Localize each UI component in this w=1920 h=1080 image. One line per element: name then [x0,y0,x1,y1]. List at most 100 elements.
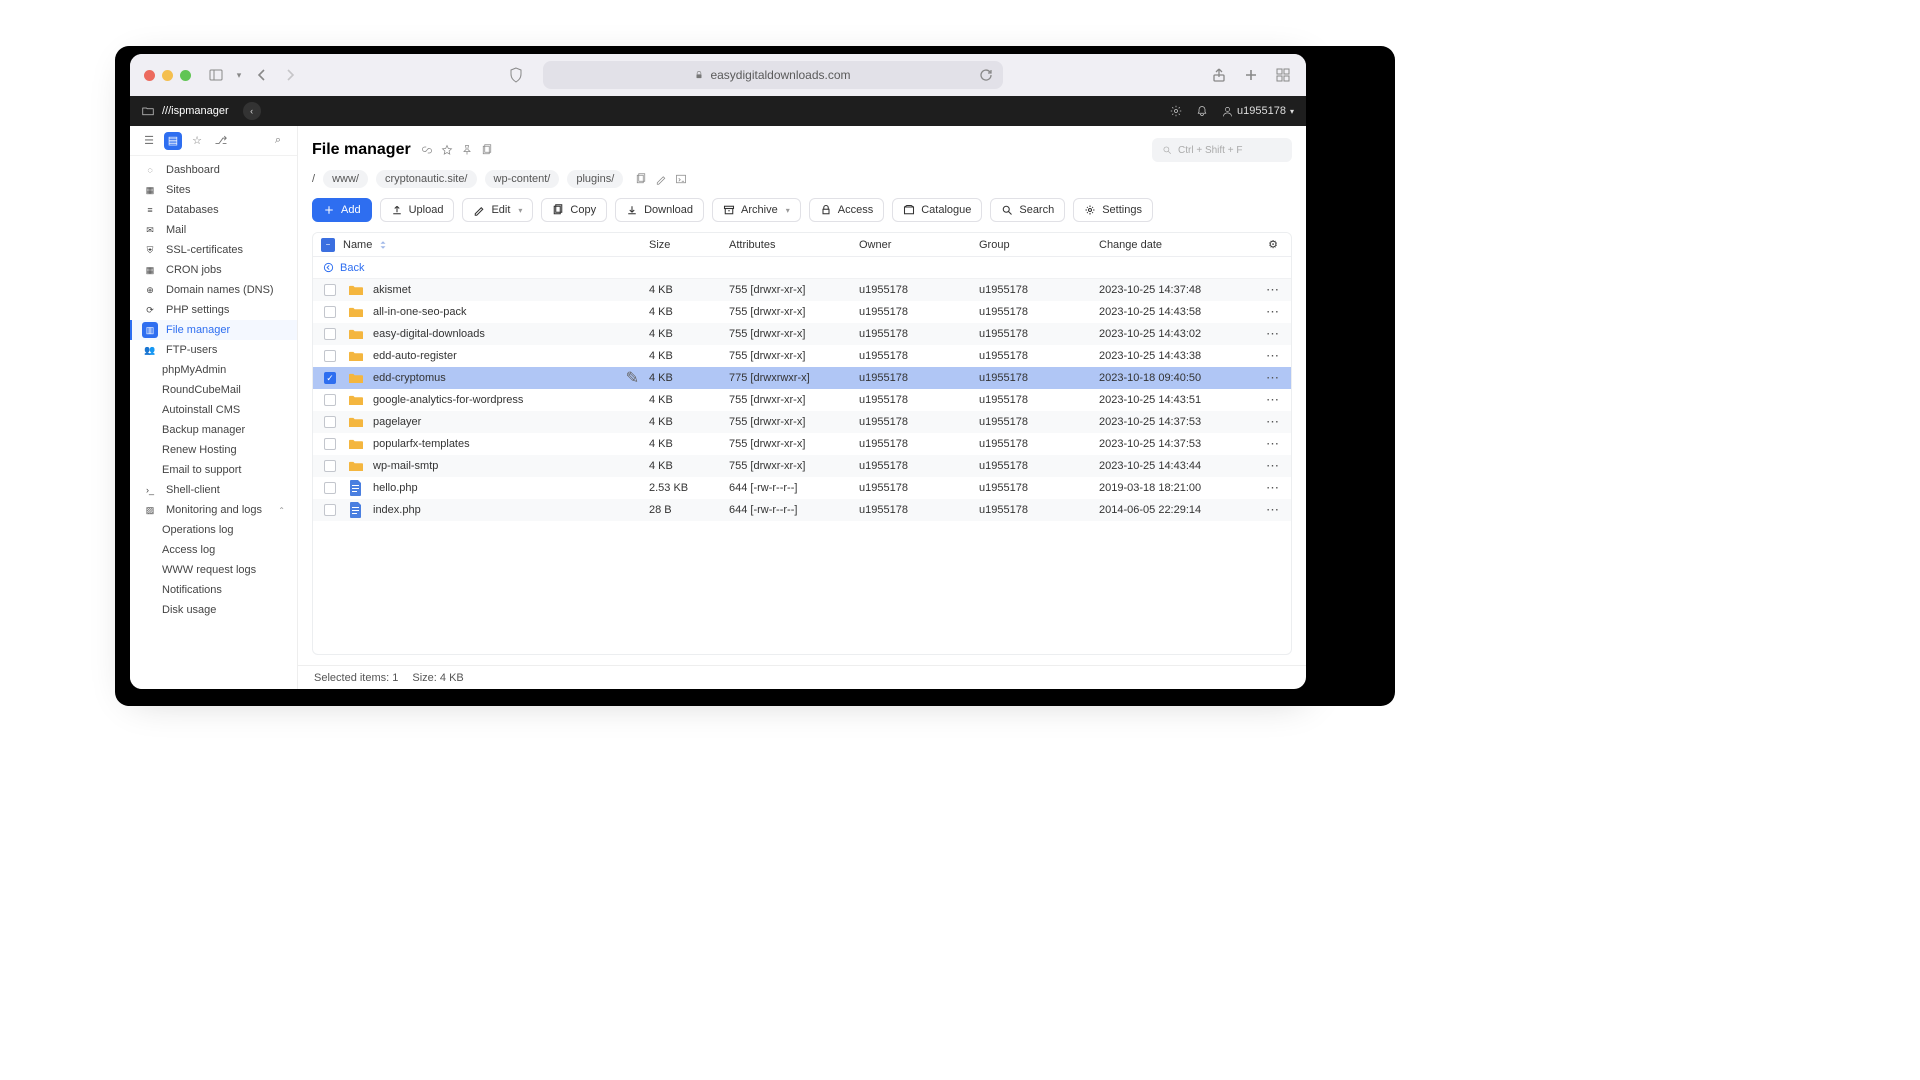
row-actions-icon[interactable]: ⋯ [1266,436,1280,451]
row-actions-icon[interactable]: ⋯ [1266,282,1280,297]
url-bar[interactable]: easydigitaldownloads.com [543,61,1003,89]
table-row[interactable]: akismet4 KB755 [drwxr-xr-x]u1955178u1955… [313,279,1291,301]
row-actions-icon[interactable]: ⋯ [1266,392,1280,407]
table-row[interactable]: ✓edd-cryptomus✎4 KB775 [drwxrwxr-x]u1955… [313,367,1291,389]
row-actions-icon[interactable]: ⋯ [1266,304,1280,319]
row-checkbox[interactable] [324,284,336,296]
table-row[interactable]: all-in-one-seo-pack4 KB755 [drwxr-xr-x]u… [313,301,1291,323]
upload-button[interactable]: Upload [380,198,455,222]
access-button[interactable]: Access [809,198,884,222]
bell-icon[interactable] [1196,105,1208,117]
sidebar-item-disk-usage[interactable]: Disk usage [130,600,297,620]
table-row[interactable]: pagelayer4 KB755 [drwxr-xr-x]u1955178u19… [313,411,1291,433]
col-size[interactable]: Size [645,239,725,251]
row-actions-icon[interactable]: ⋯ [1266,348,1280,363]
col-date[interactable]: Change date [1095,239,1255,251]
gear-icon[interactable] [1170,105,1182,117]
row-actions-icon[interactable]: ⋯ [1266,502,1280,517]
copy-button[interactable]: Copy [541,198,607,222]
shield-icon[interactable] [507,66,525,84]
row-checkbox[interactable] [324,460,336,472]
chevron-down-icon[interactable]: ▾ [235,66,243,84]
col-settings-icon[interactable]: ⚙ [1255,238,1291,251]
col-name[interactable]: Name [343,239,372,251]
col-owner[interactable]: Owner [855,239,975,251]
row-checkbox[interactable] [324,416,336,428]
sidebar-item-phpmyadmin[interactable]: phpMyAdmin [130,360,297,380]
pencil-icon[interactable]: ✎ [626,368,639,388]
col-group[interactable]: Group [975,239,1095,251]
new-tab-icon[interactable] [1242,66,1260,84]
edit-path-icon[interactable] [655,173,667,185]
breadcrumb-root[interactable]: / [312,173,315,185]
table-row[interactable]: edd-auto-register4 KB755 [drwxr-xr-x]u19… [313,345,1291,367]
sidebar-item-sites[interactable]: ▦Sites [130,180,297,200]
list-view-icon[interactable]: ▤ [164,132,182,150]
forward-icon[interactable] [281,66,299,84]
row-actions-icon[interactable]: ⋯ [1266,370,1280,385]
branch-icon[interactable]: ⎇ [212,132,230,150]
edit-button[interactable]: Edit▾ [462,198,533,222]
sidebar-item-access-log[interactable]: Access log [130,540,297,560]
sidebar-item-backup-manager[interactable]: Backup manager [130,420,297,440]
sidebar-item-notifications[interactable]: Notifications [130,580,297,600]
search-help-box[interactable]: Ctrl + Shift + F [1152,138,1292,162]
star-icon[interactable] [441,144,453,156]
sort-icon[interactable] [378,240,388,250]
tabs-grid-icon[interactable] [1274,66,1292,84]
row-actions-icon[interactable]: ⋯ [1266,326,1280,341]
close-window-icon[interactable] [144,70,155,81]
table-row[interactable]: google-analytics-for-wordpress4 KB755 [d… [313,389,1291,411]
sidebar-toggle-icon[interactable] [207,66,225,84]
breadcrumb-segment[interactable]: plugins/ [567,170,623,188]
archive-button[interactable]: Archive▾ [712,198,801,222]
breadcrumb-segment[interactable]: www/ [323,170,368,188]
search-button[interactable]: Search [990,198,1065,222]
table-row[interactable]: easy-digital-downloads4 KB755 [drwxr-xr-… [313,323,1291,345]
row-checkbox[interactable] [324,328,336,340]
sidebar-item-mail[interactable]: ✉Mail [130,220,297,240]
sidebar-item-renew-hosting[interactable]: Renew Hosting [130,440,297,460]
sidebar-item-cron-jobs[interactable]: ▦CRON jobs [130,260,297,280]
row-checkbox[interactable] [324,306,336,318]
open-terminal-icon[interactable] [675,173,687,185]
row-checkbox[interactable] [324,350,336,362]
row-checkbox[interactable] [324,482,336,494]
sidebar-item-autoinstall-cms[interactable]: Autoinstall CMS [130,400,297,420]
sidebar-item-www-request-logs[interactable]: WWW request logs [130,560,297,580]
table-row[interactable]: popularfx-templates4 KB755 [drwxr-xr-x]u… [313,433,1291,455]
row-checkbox[interactable] [324,438,336,450]
table-row[interactable]: index.php28 B644 [-rw-r--r--]u1955178u19… [313,499,1291,521]
copy-icon[interactable] [481,144,493,156]
breadcrumb-segment[interactable]: cryptonautic.site/ [376,170,477,188]
share-icon[interactable] [1210,66,1228,84]
maximize-window-icon[interactable] [180,70,191,81]
row-actions-icon[interactable]: ⋯ [1266,458,1280,473]
link-icon[interactable] [421,144,433,156]
back-icon[interactable] [253,66,271,84]
settings-button[interactable]: Settings [1073,198,1153,222]
sidebar-item-databases[interactable]: ≡Databases [130,200,297,220]
col-attributes[interactable]: Attributes [725,239,855,251]
sidebar-item-file-manager[interactable]: ▥File manager [130,320,297,340]
collapse-icon[interactable]: ‹ [243,102,261,120]
sidebar-item-monitoring-and-logs[interactable]: ▨Monitoring and logs⌃ [130,500,297,520]
menu-icon[interactable]: ☰ [140,132,158,150]
breadcrumb-segment[interactable]: wp-content/ [485,170,560,188]
sidebar-item-domain-names-dns-[interactable]: ⊕Domain names (DNS) [130,280,297,300]
pin-icon[interactable] [461,144,473,156]
copy-path-icon[interactable] [635,173,647,185]
row-actions-icon[interactable]: ⋯ [1266,414,1280,429]
sidebar-item-roundcubemail[interactable]: RoundCubeMail [130,380,297,400]
sidebar-item-dashboard[interactable]: ◌Dashboard [130,160,297,180]
sidebar-item-ssl-certificates[interactable]: ⛨SSL-certificates [130,240,297,260]
search-icon[interactable]: ⌕ [269,132,287,150]
sidebar-item-ftp-users[interactable]: 👥FTP-users [130,340,297,360]
sidebar-item-email-to-support[interactable]: Email to support [130,460,297,480]
row-checkbox[interactable]: ✓ [324,372,336,384]
catalogue-button[interactable]: Catalogue [892,198,982,222]
sidebar-item-php-settings[interactable]: ⟳PHP settings [130,300,297,320]
user-menu[interactable]: u1955178 ▾ [1222,105,1294,117]
back-row[interactable]: Back [313,257,1291,279]
row-checkbox[interactable] [324,394,336,406]
